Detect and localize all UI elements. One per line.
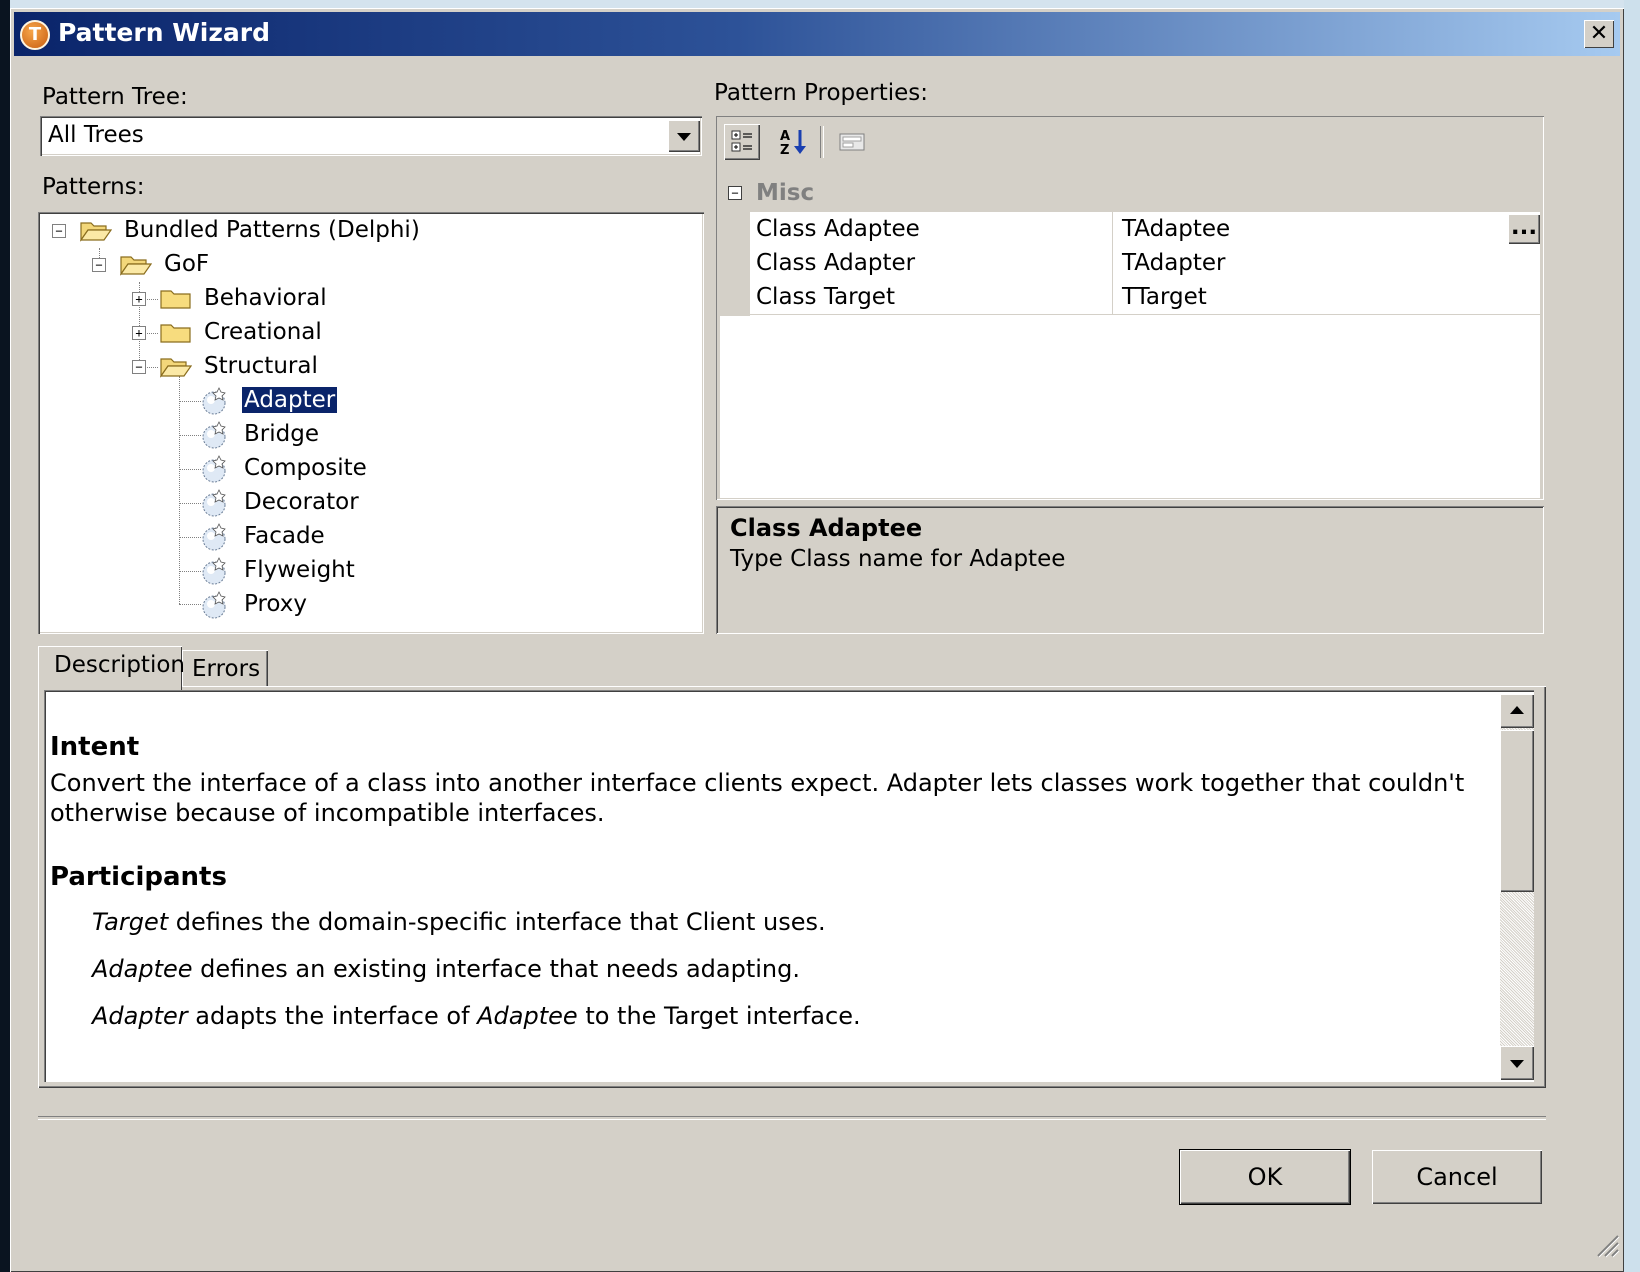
property-pages-icon bbox=[839, 133, 865, 151]
pattern-icon bbox=[202, 557, 226, 585]
pattern-icon bbox=[202, 489, 226, 517]
category-label: Misc bbox=[756, 180, 815, 206]
intent-text-line1: Convert the interface of a class into an… bbox=[50, 769, 1465, 797]
property-value[interactable]: TTarget bbox=[1122, 284, 1207, 310]
sort-az-icon: A Z bbox=[780, 129, 806, 158]
collapse-gof-icon[interactable]: − bbox=[92, 258, 106, 272]
app-icon: T bbox=[20, 20, 50, 50]
description-viewer[interactable]: Intent Convert the interface of a class … bbox=[44, 690, 1534, 1082]
participant-adapter: Adapter adapts the interface of Adaptee … bbox=[92, 1002, 861, 1030]
pattern-properties-label: Pattern Properties: bbox=[714, 80, 929, 106]
tab-description[interactable]: Description bbox=[38, 646, 185, 690]
svg-text:A: A bbox=[780, 129, 790, 144]
patterns-label: Patterns: bbox=[42, 174, 145, 200]
property-value[interactable]: TAdapter bbox=[1122, 250, 1226, 276]
participant-adaptee: Adaptee defines an existing interface th… bbox=[92, 955, 800, 983]
pattern-icon bbox=[202, 523, 226, 551]
pattern-tree-value: All Trees bbox=[48, 122, 144, 148]
help-text: Type Class name for Adaptee bbox=[730, 546, 1066, 572]
resize-grip-icon[interactable] bbox=[1590, 1228, 1620, 1258]
tree-leaf-bridge[interactable]: Bridge bbox=[244, 418, 319, 450]
tab-description-label: Description bbox=[54, 652, 185, 678]
chevron-down-icon[interactable] bbox=[668, 120, 700, 152]
tree-leaf-flyweight[interactable]: Flyweight bbox=[244, 554, 355, 586]
open-folder-icon bbox=[160, 358, 192, 378]
tree-leaf-adapter[interactable]: Adapter bbox=[240, 384, 339, 416]
property-value[interactable]: TAdaptee bbox=[1122, 216, 1230, 242]
ellipsis-button[interactable]: ... bbox=[1508, 214, 1540, 244]
intent-text-line2: otherwise because of incompatible interf… bbox=[50, 799, 605, 827]
tree-node-gof[interactable]: GoF bbox=[164, 248, 209, 280]
property-help-panel: Class Adaptee Type Class name for Adapte… bbox=[716, 506, 1544, 634]
desktop-background-left bbox=[0, 0, 10, 1272]
patterns-tree[interactable]: − Bundled Patterns (Delphi) − GoF + Beha… bbox=[38, 212, 704, 634]
tab-errors-label: Errors bbox=[192, 656, 261, 682]
close-icon: ✕ bbox=[1589, 21, 1609, 46]
tree-leaf-proxy[interactable]: Proxy bbox=[244, 588, 307, 620]
description-scrollbar[interactable] bbox=[1500, 694, 1534, 1080]
tree-leaf-facade[interactable]: Facade bbox=[244, 520, 325, 552]
tab-errors[interactable]: Errors bbox=[182, 650, 268, 686]
tree-node-bundled-patterns[interactable]: Bundled Patterns (Delphi) bbox=[124, 214, 420, 246]
alphabetical-view-button[interactable]: A Z bbox=[776, 124, 812, 160]
expand-creational-icon[interactable]: + bbox=[132, 326, 146, 340]
open-folder-icon bbox=[80, 222, 112, 242]
categorized-view-button[interactable] bbox=[724, 124, 760, 160]
close-button[interactable]: ✕ bbox=[1584, 20, 1614, 48]
tree-leaf-composite[interactable]: Composite bbox=[244, 452, 367, 484]
pattern-icon bbox=[202, 421, 226, 449]
tree-node-creational[interactable]: Creational bbox=[204, 316, 322, 348]
property-row-class-adaptee[interactable]: Class Adaptee TAdaptee ... bbox=[750, 212, 1540, 247]
arrow-down-icon bbox=[1510, 1060, 1524, 1068]
collapse-structural-icon[interactable]: − bbox=[132, 360, 146, 374]
pattern-tree-dropdown[interactable]: All Trees bbox=[40, 116, 702, 156]
help-title: Class Adaptee bbox=[730, 514, 923, 542]
arrow-up-icon bbox=[1510, 706, 1524, 714]
participant-target: Target defines the domain-specific inter… bbox=[92, 908, 826, 936]
collapse-misc-icon[interactable]: − bbox=[728, 186, 742, 200]
divider bbox=[38, 1116, 1546, 1120]
pattern-tree-label: Pattern Tree: bbox=[42, 84, 188, 110]
expand-behavioral-icon[interactable]: + bbox=[132, 292, 146, 306]
intent-heading: Intent bbox=[50, 732, 140, 762]
pattern-icon bbox=[202, 455, 226, 483]
folder-icon bbox=[160, 290, 191, 309]
property-grid: − Misc Class Adaptee TAdaptee ... Class … bbox=[720, 176, 1540, 498]
property-pages-button[interactable] bbox=[834, 124, 870, 160]
window-title: Pattern Wizard bbox=[58, 18, 270, 47]
desktop-background-right bbox=[1624, 0, 1640, 1272]
participants-heading: Participants bbox=[50, 862, 227, 892]
tree-node-structural[interactable]: Structural bbox=[204, 350, 318, 382]
ok-button[interactable]: OK bbox=[1180, 1150, 1350, 1204]
cancel-button[interactable]: Cancel bbox=[1372, 1150, 1542, 1204]
pattern-icon bbox=[202, 591, 226, 619]
property-name: Class Adapter bbox=[756, 250, 916, 276]
collapse-root-icon[interactable]: − bbox=[52, 224, 66, 238]
svg-text:Z: Z bbox=[780, 143, 789, 158]
category-row-misc[interactable]: − Misc bbox=[720, 176, 1540, 212]
property-name: Class Adaptee bbox=[756, 216, 920, 242]
pattern-icon bbox=[202, 387, 226, 415]
property-row-class-adapter[interactable]: Class Adapter TAdapter bbox=[750, 246, 1540, 281]
title-bar[interactable]: T Pattern Wizard ✕ bbox=[14, 12, 1620, 56]
tree-leaf-label: Adapter bbox=[240, 386, 339, 414]
tree-node-behavioral[interactable]: Behavioral bbox=[204, 282, 327, 314]
folder-icon bbox=[160, 324, 191, 343]
scroll-down-button[interactable] bbox=[1500, 1046, 1534, 1080]
scroll-up-button[interactable] bbox=[1500, 694, 1534, 728]
scroll-thumb[interactable] bbox=[1500, 730, 1534, 892]
property-name: Class Target bbox=[756, 284, 895, 310]
categorized-icon bbox=[731, 130, 752, 152]
property-row-class-target[interactable]: Class Target TTarget bbox=[750, 280, 1540, 315]
open-folder-icon bbox=[120, 256, 152, 276]
tree-leaf-decorator[interactable]: Decorator bbox=[244, 486, 359, 518]
desktop-background-top bbox=[0, 0, 1640, 8]
